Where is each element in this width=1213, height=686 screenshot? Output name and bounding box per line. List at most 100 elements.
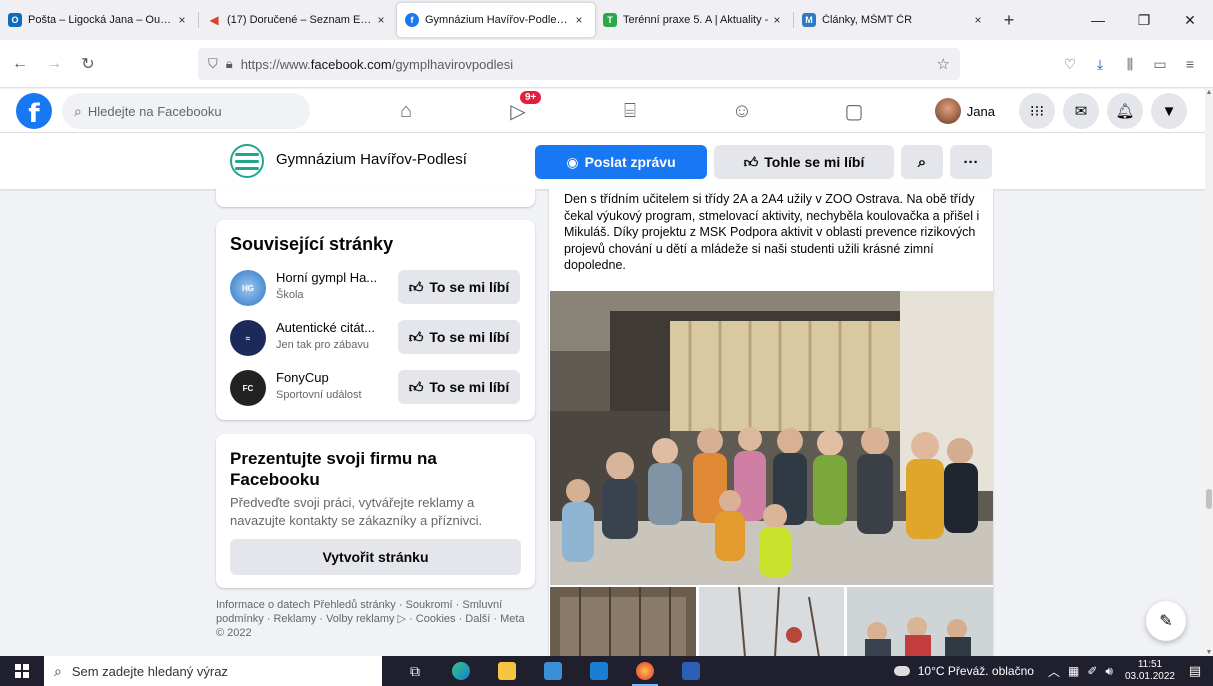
bookmark-star-icon[interactable]: ☆ — [937, 55, 950, 73]
notification-center-icon[interactable]: ▤ — [1183, 663, 1207, 679]
tab-label: Gymnázium Havířov-Podlesí | F — [425, 14, 571, 26]
page-search-button[interactable]: ⌕ — [901, 145, 943, 179]
url-bar[interactable]: ⛉ 🔒︎ https://www. facebook.com/gymplhavir… — [198, 48, 960, 80]
account-dropdown-icon[interactable]: ▼ — [1151, 93, 1187, 129]
page-footer-links[interactable]: Informace o datech Přehledů stránky · So… — [216, 598, 526, 640]
post-main-photo[interactable] — [550, 291, 993, 585]
like-page-button[interactable]: 👍︎ To se mi líbí — [398, 320, 520, 354]
pocket-icon[interactable]: ♡ — [1055, 48, 1085, 80]
windows-taskbar: ⌕ Sem zadejte hledaný výraz ⧉ 10°C Převá… — [0, 656, 1213, 686]
messenger-icon[interactable]: ✉ — [1063, 93, 1099, 129]
gaming-icon[interactable]: ▢ — [798, 89, 910, 133]
facebook-search-input[interactable]: ⌕ Hledejte na Facebooku — [62, 93, 310, 129]
scrollbar-thumb[interactable] — [1206, 489, 1212, 509]
new-tab-button[interactable]: + — [994, 3, 1024, 37]
like-page-button[interactable]: 👍︎ To se mi líbí — [398, 370, 520, 404]
browser-tab-seznam[interactable]: ◀ (17) Doručené – Seznam Email × — [199, 3, 397, 37]
apps-menu-icon[interactable]: ⁝⁝⁝ — [1019, 93, 1055, 129]
create-page-button[interactable]: Vytvořit stránku — [230, 539, 521, 575]
store-icon[interactable] — [530, 656, 576, 686]
like-label: To se mi líbí — [429, 329, 510, 345]
page-scrollbar[interactable]: ▲ ▼ — [1205, 89, 1213, 656]
menu-icon[interactable]: ≡ — [1175, 48, 1205, 80]
volume-icon[interactable]: 🔊︎ — [1105, 664, 1113, 679]
minimize-icon[interactable]: — — [1075, 0, 1121, 40]
firefox-icon[interactable] — [622, 656, 668, 686]
taskbar-search-input[interactable]: ⌕ Sem zadejte hledaný výraz — [44, 656, 382, 686]
page-logo-icon[interactable] — [230, 144, 264, 178]
forward-icon[interactable]: → — [40, 50, 68, 78]
marketplace-icon[interactable]: ⌸ — [574, 89, 686, 133]
weather-widget[interactable]: 10°C Převáž. oblačno — [893, 664, 1034, 678]
new-message-compose-icon[interactable]: ✎ — [1146, 601, 1186, 641]
search-icon: ⌕ — [74, 102, 82, 119]
groups-icon[interactable]: ☺ — [686, 89, 798, 133]
restore-icon[interactable]: ❐ — [1121, 0, 1167, 40]
chevron-up-icon[interactable]: ︿ — [1048, 663, 1060, 680]
download-icon[interactable]: ⤓ — [1085, 48, 1115, 80]
reload-icon[interactable]: ↻ — [74, 50, 102, 78]
back-icon[interactable]: ← — [6, 50, 34, 78]
close-icon[interactable]: × — [571, 13, 587, 27]
outlook-icon: O — [8, 13, 22, 27]
mail-icon[interactable] — [576, 656, 622, 686]
browser-tab-facebook[interactable]: f Gymnázium Havířov-Podlesí | F × — [397, 3, 595, 37]
page-title[interactable]: Gymnázium Havířov-Podlesí — [276, 151, 467, 168]
thumbs-up-icon: 👍︎ — [408, 328, 424, 345]
post-photo-thumbnail[interactable] — [847, 587, 993, 656]
home-icon[interactable]: ⌂ — [350, 89, 462, 133]
avatar — [934, 98, 961, 124]
close-icon[interactable]: × — [174, 13, 190, 27]
close-icon[interactable]: × — [970, 13, 986, 27]
page-avatar[interactable]: FC — [230, 370, 266, 406]
post-photo-thumbnails — [550, 587, 993, 656]
sidebar-icon[interactable]: ▭ — [1145, 48, 1175, 80]
related-page-name[interactable]: Autentické citát... — [276, 320, 394, 335]
promo-text: Předveďte svoji práci, vytvářejte reklam… — [230, 495, 483, 528]
network-icon[interactable]: ▦ — [1068, 664, 1079, 678]
post-card: Den s třídním učitelem si třídy 2A a 2A4… — [549, 189, 993, 656]
start-button[interactable] — [0, 656, 44, 686]
clock-time: 11:51 — [1137, 659, 1163, 670]
browser-tab-terenni-praxe[interactable]: T Terénní praxe 5. A | Aktuality - × — [595, 3, 793, 37]
taskbar-clock[interactable]: 11:51 03.01.2022 — [1125, 659, 1175, 683]
zoo-group-photo — [550, 291, 993, 585]
thumbs-up-icon: 👍︎ — [408, 278, 424, 295]
task-view-icon[interactable]: ⧉ — [392, 656, 438, 686]
browser-tab-outlook[interactable]: O Pošta – Ligocká Jana – Outlook × — [0, 3, 198, 37]
like-page-button[interactable]: 👍︎ To se mi líbí — [398, 270, 520, 304]
notifications-bell-icon[interactable]: 🔔︎ — [1107, 93, 1143, 129]
browser-tab-msmt[interactable]: M Články, MŠMT ČR × — [794, 3, 994, 37]
close-window-icon[interactable]: ✕ — [1167, 0, 1213, 40]
close-icon[interactable]: × — [373, 13, 389, 27]
facebook-logo-icon[interactable]: f — [16, 93, 52, 129]
file-explorer-icon[interactable] — [484, 656, 530, 686]
close-icon[interactable]: × — [769, 13, 785, 27]
pen-icon[interactable]: ✐ — [1087, 664, 1097, 678]
related-page-category: Jen tak pro zábavu — [276, 339, 369, 351]
tab-label: Terénní praxe 5. A | Aktuality - — [623, 14, 769, 26]
site-icon: T — [603, 13, 617, 27]
library-icon[interactable]: ⫼ — [1115, 48, 1145, 80]
related-pages-title: Související stránky — [230, 234, 394, 254]
post-photo-thumbnail[interactable] — [698, 587, 845, 656]
send-message-label: Poslat zprávu — [584, 154, 676, 170]
page-avatar[interactable]: HG — [230, 270, 266, 306]
profile-button[interactable]: Jana — [931, 93, 1003, 129]
scroll-up-icon[interactable]: ▲ — [1205, 89, 1213, 96]
tray-icons: ︿ ▦ ✐ 🔊︎ — [1044, 663, 1117, 680]
scroll-down-icon[interactable]: ▼ — [1205, 649, 1213, 656]
lock-icon[interactable]: 🔒︎ — [226, 56, 233, 72]
search-placeholder: Hledejte na Facebooku — [87, 103, 222, 119]
word-icon[interactable] — [668, 656, 714, 686]
post-photo-thumbnail[interactable] — [550, 587, 696, 656]
shield-icon[interactable]: ⛉ — [208, 56, 218, 72]
page-avatar[interactable]: ≈ — [230, 320, 266, 356]
liked-button[interactable]: 👍︎ Tohle se mi líbí — [714, 145, 894, 179]
send-message-button[interactable]: ◉ Poslat zprávu — [535, 145, 707, 179]
more-button[interactable]: ··· — [950, 145, 992, 179]
related-page-name[interactable]: FonyCup — [276, 370, 394, 385]
edge-icon[interactable] — [438, 656, 484, 686]
watch-icon[interactable]: ▷ 9+ — [462, 89, 574, 133]
related-page-name[interactable]: Horní gympl Ha... — [276, 270, 394, 285]
